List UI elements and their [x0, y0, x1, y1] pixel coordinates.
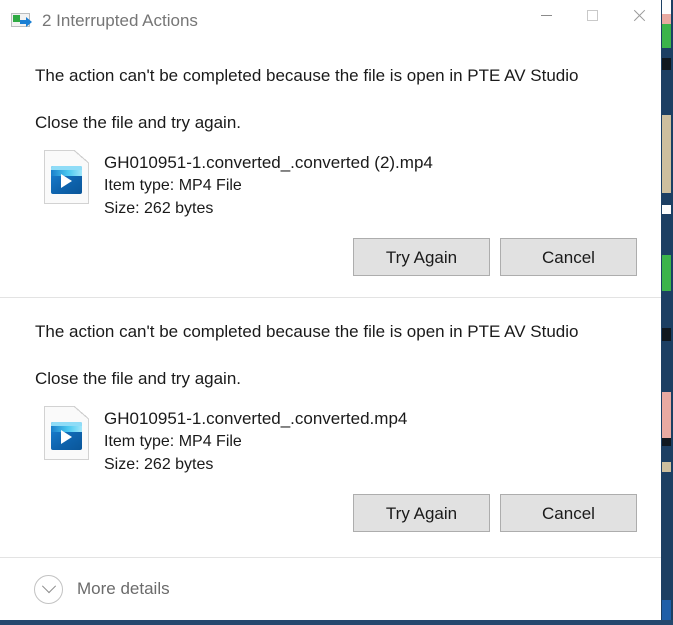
chevron-down-circle-icon [34, 574, 63, 604]
conflict-headline: The action can't be completed because th… [35, 66, 579, 85]
sliver-fragment [662, 438, 671, 446]
conflict-item: The action can't be completed because th… [0, 45, 661, 297]
title-bar-identity: 2 Interrupted Actions [0, 0, 198, 30]
dialog-footer: More details [0, 557, 661, 620]
mp4-video-file-icon [44, 406, 89, 460]
file-name: GH010951-1.converted_.converted (2).mp4 [104, 153, 433, 172]
close-icon [632, 9, 645, 22]
window-title: 2 Interrupted Actions [42, 11, 198, 30]
maximize-button[interactable] [569, 0, 615, 31]
mp4-video-file-icon [44, 150, 89, 204]
conflict-actions: Try Again Cancel [0, 220, 661, 297]
sliver-fragment [662, 115, 671, 193]
background-window-sliver [661, 0, 673, 625]
conflict-actions: Try Again Cancel [0, 476, 661, 532]
file-item-type: Item type: MP4 File [104, 177, 242, 194]
conflict-headline: The action can't be completed because th… [35, 322, 579, 341]
sliver-fragment [662, 462, 671, 472]
sliver-fragment [662, 0, 671, 14]
conflict-list: The action can't be completed because th… [0, 45, 661, 532]
cancel-button[interactable]: Cancel [500, 494, 637, 532]
sliver-fragment [662, 205, 671, 214]
close-button[interactable] [615, 0, 661, 31]
file-metadata: GH010951-1.converted_.converted.mp4 Item… [104, 406, 407, 476]
minimize-button[interactable] [523, 0, 569, 31]
sliver-fragment [662, 255, 671, 291]
file-info-row: GH010951-1.converted_.converted.mp4 Item… [0, 390, 661, 476]
file-item-type: Item type: MP4 File [104, 433, 242, 450]
file-move-icon [11, 12, 33, 30]
sliver-fragment [662, 392, 671, 438]
minimize-icon [540, 15, 552, 16]
interrupted-actions-dialog: 2 Interrupted Actions The action can't b… [0, 0, 661, 620]
file-metadata: GH010951-1.converted_.converted (2).mp4 … [104, 150, 433, 220]
more-details-label: More details [77, 579, 170, 598]
try-again-button[interactable]: Try Again [353, 238, 490, 276]
file-size: Size: 262 bytes [104, 456, 214, 473]
sliver-fragment [662, 14, 671, 24]
sliver-fragment [662, 328, 671, 341]
more-details-toggle[interactable]: More details [0, 558, 661, 620]
taskbar-edge-strip [0, 620, 673, 625]
cancel-button[interactable]: Cancel [500, 238, 637, 276]
maximize-icon [586, 10, 598, 21]
file-info-row: GH010951-1.converted_.converted (2).mp4 … [0, 134, 661, 220]
conflict-subline: Close the file and try again. [35, 113, 242, 132]
file-name: GH010951-1.converted_.converted.mp4 [104, 409, 408, 428]
file-size: Size: 262 bytes [104, 200, 214, 217]
window-controls [523, 0, 661, 31]
conflict-item: The action can't be completed because th… [0, 298, 661, 532]
title-bar: 2 Interrupted Actions [0, 0, 661, 45]
try-again-button[interactable]: Try Again [353, 494, 490, 532]
sliver-fragment [662, 24, 671, 48]
sliver-fragment [662, 58, 671, 70]
conflict-subline: Close the file and try again. [35, 369, 242, 388]
